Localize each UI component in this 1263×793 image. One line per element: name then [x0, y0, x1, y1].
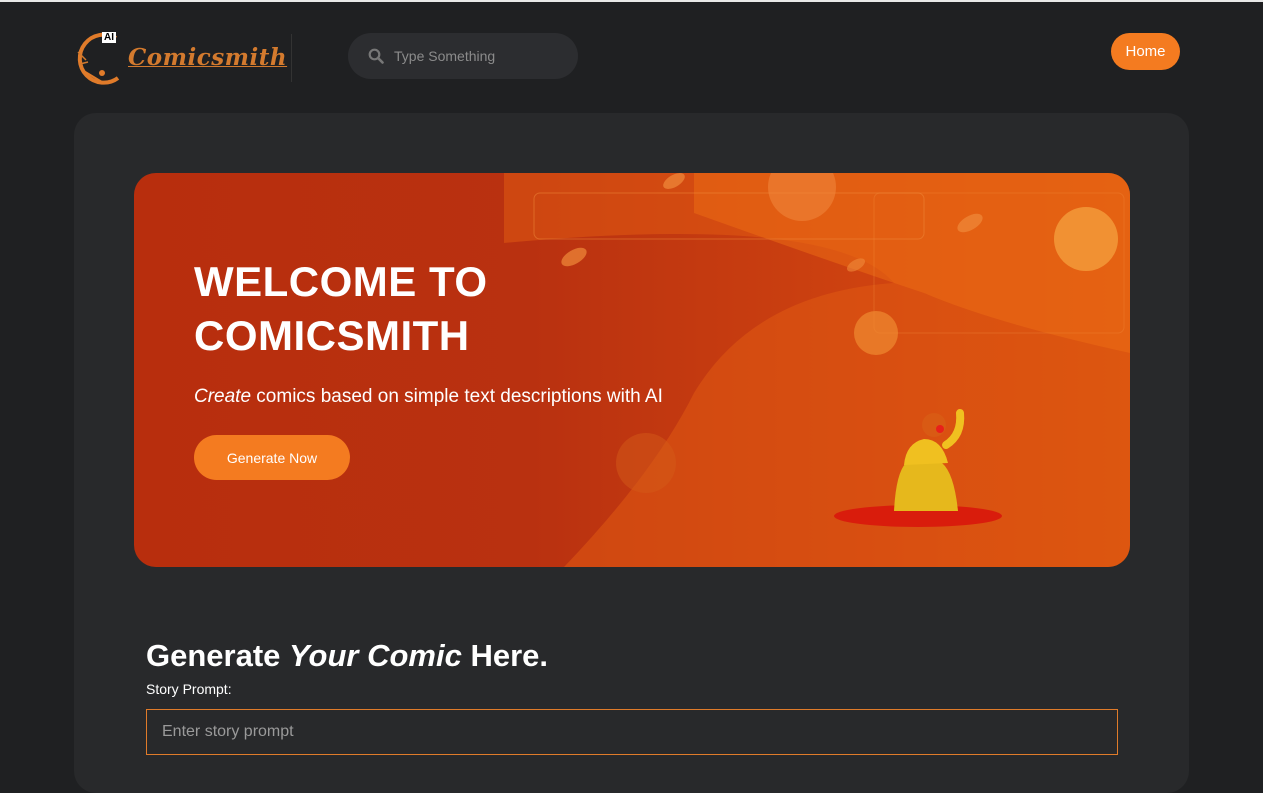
- hero-banner: WELCOME TO COMICSMITH Create comics base…: [134, 173, 1130, 567]
- generate-now-button[interactable]: Generate Now: [194, 435, 350, 480]
- home-button[interactable]: Home: [1111, 33, 1180, 70]
- search-icon: [368, 48, 384, 64]
- logo-text: Comicsmith: [128, 44, 288, 71]
- hero-subtitle: Create comics based on simple text descr…: [194, 386, 663, 408]
- hero-title: WELCOME TO COMICSMITH: [194, 255, 694, 363]
- hero-title-line1: WELCOME TO: [194, 258, 488, 305]
- top-navbar: AI Comicsmith Home: [0, 2, 1263, 112]
- search-bar[interactable]: [348, 33, 578, 79]
- header-divider: [291, 34, 292, 82]
- generate-heading-post: Here.: [461, 638, 549, 673]
- generate-heading-pre: Generate: [146, 638, 290, 673]
- hero-illustration: [504, 173, 1130, 567]
- story-prompt-input[interactable]: [146, 709, 1118, 755]
- generate-heading: Generate Your Comic Here.: [146, 638, 548, 674]
- comicsmith-logo[interactable]: AI Comicsmith: [72, 30, 287, 88]
- generate-heading-emphasis: Your Comic: [289, 638, 462, 673]
- ai-badge: AI: [102, 32, 116, 43]
- hero-subtitle-emphasis: Create: [194, 386, 252, 407]
- search-input[interactable]: [392, 47, 566, 65]
- story-prompt-label: Story Prompt:: [146, 681, 232, 697]
- hero-title-line2: COMICSMITH: [194, 312, 470, 359]
- hero-subtitle-text: comics based on simple text descriptions…: [251, 386, 663, 407]
